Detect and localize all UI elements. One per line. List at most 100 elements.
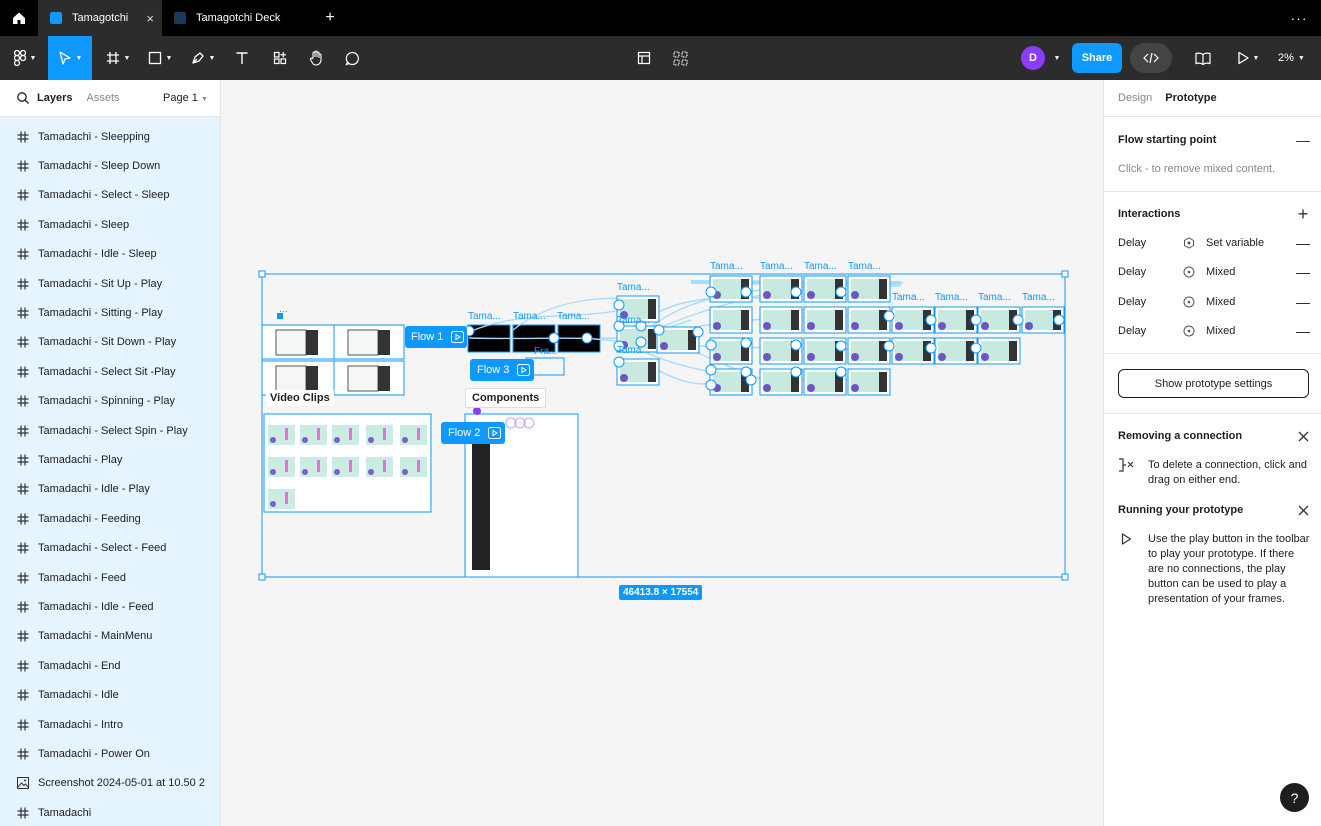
tab-prototype[interactable]: Prototype <box>1165 92 1216 104</box>
interaction-trigger[interactable]: Delay <box>1118 296 1146 308</box>
layer-item[interactable]: Tamadachi - Spinning - Play <box>0 387 220 416</box>
home-icon[interactable] <box>0 0 38 36</box>
flow-1-badge[interactable]: Flow 1 <box>405 326 467 348</box>
layer-item[interactable]: Tamadachi - Sit Down - Play <box>0 328 220 357</box>
add-interaction-icon[interactable]: + <box>1295 204 1311 224</box>
avatar-menu[interactable]: ▼ <box>1048 36 1062 80</box>
zoom-menu[interactable]: 2% ▼ <box>1278 36 1305 80</box>
close-tab-icon[interactable]: × <box>146 11 154 26</box>
layer-item[interactable]: Tamadachi - Feed <box>0 563 220 592</box>
frame-label[interactable]: Tama... <box>710 261 743 272</box>
layer-item[interactable]: Tamadachi - Power On <box>0 739 220 768</box>
help-button[interactable]: ? <box>1280 783 1309 812</box>
layer-item[interactable]: Tamadachi - Intro <box>0 710 220 739</box>
resources-tool[interactable] <box>266 36 294 80</box>
layer-item[interactable]: Tamadachi - Play <box>0 445 220 474</box>
layer-item[interactable]: Tamadachi - Sleep Down <box>0 151 220 180</box>
text-tool[interactable] <box>228 36 256 80</box>
frame-label[interactable]: Fra... <box>534 346 557 357</box>
layer-item[interactable]: Tamadachi - Sitting - Play <box>0 298 220 327</box>
tab-tamagotchi[interactable]: Tamagotchi × <box>38 0 162 36</box>
page-selector[interactable]: Page 1 ▼ <box>163 92 208 104</box>
frame-label[interactable]: Tama... <box>617 282 650 293</box>
tab-assets[interactable]: Assets <box>86 92 119 104</box>
minus-icon[interactable]: — <box>1295 132 1311 148</box>
tab-design[interactable]: Design <box>1118 92 1152 104</box>
layer-item[interactable]: Tamadachi - Feeding <box>0 504 220 533</box>
close-icon[interactable] <box>1295 502 1311 518</box>
interaction-action[interactable]: Set variable <box>1206 237 1264 249</box>
search-icon[interactable] <box>16 91 30 105</box>
play-flow-icon[interactable] <box>488 427 502 439</box>
interaction-row[interactable]: Delay Set variable — <box>1104 229 1321 258</box>
remove-interaction-icon[interactable]: — <box>1296 235 1310 251</box>
frame-tool[interactable]: ▼ <box>100 36 136 80</box>
layer-item[interactable]: Tamadachi - MainMenu <box>0 622 220 651</box>
library-button[interactable] <box>1188 36 1218 80</box>
layer-item[interactable]: Tamadachi - Sleepping <box>0 122 220 151</box>
layout-tool[interactable] <box>630 36 658 80</box>
play-flow-icon[interactable] <box>451 331 465 343</box>
frame-label[interactable]: Tama... <box>848 261 881 272</box>
avatar[interactable]: D <box>1021 46 1045 70</box>
remove-interaction-icon[interactable]: — <box>1296 323 1310 339</box>
frame-label[interactable]: Tama... <box>617 315 650 326</box>
frame-label[interactable]: Tama... <box>513 311 546 322</box>
show-prototype-settings-button[interactable]: Show prototype settings <box>1118 369 1309 398</box>
present-button[interactable]: ▼ <box>1230 36 1266 80</box>
layer-item[interactable]: Tamadachi - Idle <box>0 680 220 709</box>
layer-item[interactable]: Tamadachi - Idle - Feed <box>0 592 220 621</box>
pen-tool[interactable]: ▼ <box>184 36 222 80</box>
tab-tamagotchi-deck[interactable]: Tamagotchi Deck <box>162 0 312 36</box>
comment-tool[interactable] <box>338 36 366 80</box>
play-flow-icon[interactable] <box>517 364 531 376</box>
layer-item[interactable]: Tamadachi - Idle - Sleep <box>0 240 220 269</box>
remove-interaction-icon[interactable]: — <box>1296 294 1310 310</box>
canvas[interactable]: ⋯ Flow 1 Flow 3 Flow 2 Video Clips Compo… <box>221 80 1103 826</box>
remove-interaction-icon[interactable]: — <box>1296 264 1310 280</box>
share-button[interactable]: Share <box>1072 43 1122 73</box>
shape-tool[interactable]: ▼ <box>142 36 178 80</box>
interaction-trigger[interactable]: Delay <box>1118 237 1146 249</box>
frame-label[interactable]: Tama... <box>892 292 925 303</box>
more-icon[interactable]: ··· <box>1287 0 1311 36</box>
frame-label[interactable]: Tama... <box>557 311 590 322</box>
layer-item[interactable]: Tamadachi - Select Sit -Play <box>0 357 220 386</box>
main-menu-button[interactable]: ▼ <box>6 36 44 80</box>
interaction-trigger[interactable]: Delay <box>1118 266 1146 278</box>
frame-label[interactable]: Tama... <box>1022 292 1055 303</box>
move-tool[interactable]: ▼ <box>48 36 92 80</box>
layer-item[interactable]: Screenshot 2024-05-01 at 10.50 2 <box>0 769 220 798</box>
new-tab-button[interactable]: + <box>316 0 344 36</box>
interaction-action[interactable]: Mixed <box>1206 266 1235 278</box>
hand-tool[interactable] <box>302 36 330 80</box>
interaction-action[interactable]: Mixed <box>1206 325 1235 337</box>
interaction-row[interactable]: Delay Mixed — <box>1104 258 1321 287</box>
interaction-action[interactable]: Mixed <box>1206 296 1235 308</box>
layer-item[interactable]: Tamadachi - Select - Feed <box>0 533 220 562</box>
interaction-row[interactable]: Delay Mixed — <box>1104 317 1321 346</box>
layer-item[interactable]: Tamadachi - End <box>0 651 220 680</box>
layer-item[interactable]: Tamadachi - Sit Up - Play <box>0 269 220 298</box>
frame-label[interactable]: Tama... <box>468 311 501 322</box>
layer-item[interactable]: Tamadachi <box>0 798 220 826</box>
interaction-row[interactable]: Delay Mixed — <box>1104 288 1321 317</box>
component-tool[interactable] <box>666 36 694 80</box>
layer-item[interactable]: Tamadachi - Sleep <box>0 210 220 239</box>
layer-item[interactable]: Tamadachi - Idle - Play <box>0 475 220 504</box>
video-clips-label[interactable]: Video Clips <box>266 390 334 406</box>
frame-label[interactable]: Tama... <box>804 261 837 272</box>
components-label[interactable]: Components <box>465 388 547 408</box>
frame-label[interactable]: Tama... <box>760 261 793 272</box>
layer-item[interactable]: Tamadachi - Select Spin - Play <box>0 416 220 445</box>
frame-label[interactable]: Tama... <box>978 292 1011 303</box>
frame-label[interactable]: Tama... <box>935 292 968 303</box>
interaction-trigger[interactable]: Delay <box>1118 325 1146 337</box>
dev-mode-toggle[interactable] <box>1130 43 1172 73</box>
flow-2-badge[interactable]: Flow 2 <box>441 422 505 444</box>
layer-item[interactable]: Tamadachi - Select - Sleep <box>0 181 220 210</box>
flow-3-badge[interactable]: Flow 3 <box>470 359 534 381</box>
close-icon[interactable] <box>1295 428 1311 444</box>
tab-layers[interactable]: Layers <box>37 92 72 104</box>
frame-label[interactable]: Tama... <box>617 345 650 356</box>
